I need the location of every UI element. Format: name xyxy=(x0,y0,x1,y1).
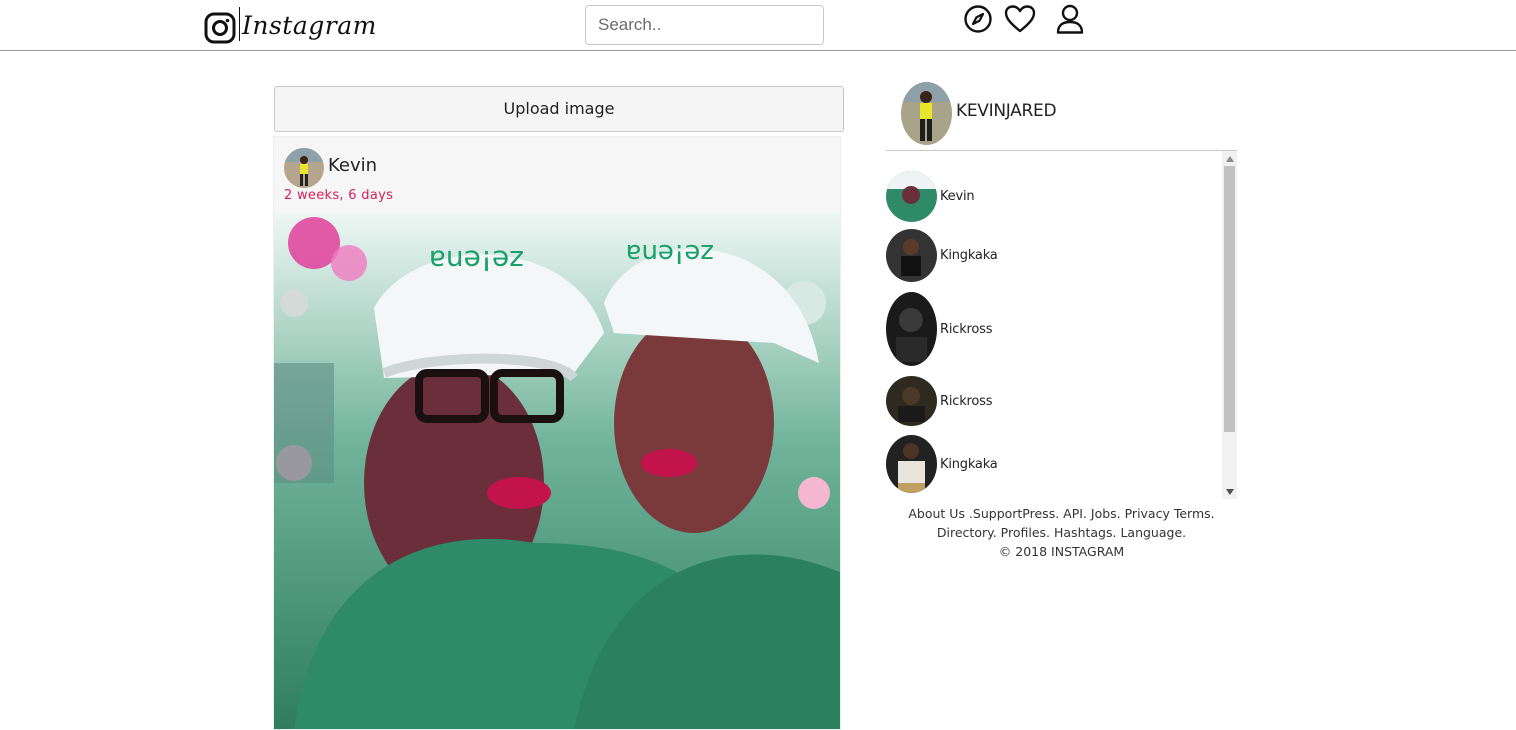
scroll-up-arrow-icon[interactable] xyxy=(1222,151,1237,166)
top-navbar: Instagram xyxy=(0,0,1516,51)
follower-name: Rickross xyxy=(940,321,993,337)
follower-avatar xyxy=(886,292,937,366)
search-input[interactable] xyxy=(585,5,824,45)
post-author-name[interactable]: Kevin xyxy=(328,155,377,176)
footer-copyright: © 2018 INSTAGRAM xyxy=(998,544,1125,559)
svg-text:ze!ena: ze!ena xyxy=(429,244,524,277)
follower-item[interactable]: Rickross xyxy=(886,376,992,426)
follower-item[interactable]: Kingkaka xyxy=(886,229,998,282)
footer-links-line-2[interactable]: Directory. Profiles. Hashtags. Language. xyxy=(886,523,1237,542)
sidebar-footer: About Us .SupportPress. API. Jobs. Priva… xyxy=(886,504,1237,561)
post-timestamp: 2 weeks, 6 days xyxy=(284,188,394,203)
follower-name: Rickross xyxy=(940,393,993,409)
instagram-logo-icon xyxy=(204,12,236,44)
scroll-down-arrow-icon[interactable] xyxy=(1222,484,1237,499)
post-card: Kevin 2 weeks, 6 days ze!ena ze!ena xyxy=(273,136,841,730)
scrollbar-thumb[interactable] xyxy=(1224,166,1235,432)
brand-name: Instagram xyxy=(242,10,377,40)
user-icon[interactable] xyxy=(1055,3,1085,35)
followers-list[interactable]: Kevin Kingkaka Rickross Rickross Kingkak… xyxy=(886,151,1237,499)
profile-username[interactable]: KEVINJARED xyxy=(956,101,1057,121)
heart-icon[interactable] xyxy=(1004,4,1036,34)
follower-item[interactable]: Rickross xyxy=(886,292,992,366)
follower-item[interactable]: Kingkaka xyxy=(886,435,998,493)
follower-item[interactable]: Kevin xyxy=(886,171,975,222)
footer-links-line-1[interactable]: About Us .SupportPress. API. Jobs. Priva… xyxy=(886,504,1237,523)
follower-avatar xyxy=(886,229,937,282)
follower-avatar xyxy=(886,171,937,222)
post-image[interactable]: ze!ena ze!ena xyxy=(274,213,841,730)
brand-link[interactable]: Instagram xyxy=(204,7,377,46)
followers-scrollbar[interactable] xyxy=(1222,151,1237,499)
brand-divider xyxy=(239,7,240,41)
follower-avatar xyxy=(886,435,937,493)
follower-avatar xyxy=(886,376,937,426)
follower-name: Kingkaka xyxy=(940,456,998,472)
profile-avatar[interactable] xyxy=(901,82,952,145)
upload-image-button[interactable]: Upload image xyxy=(274,86,844,132)
post-author-avatar[interactable] xyxy=(284,148,324,188)
post-header: Kevin 2 weeks, 6 days xyxy=(274,137,840,213)
compass-icon[interactable] xyxy=(963,4,993,34)
follower-name: Kingkaka xyxy=(940,248,998,263)
svg-text:ze!ena: ze!ena xyxy=(626,238,714,268)
follower-name: Kevin xyxy=(940,189,975,204)
